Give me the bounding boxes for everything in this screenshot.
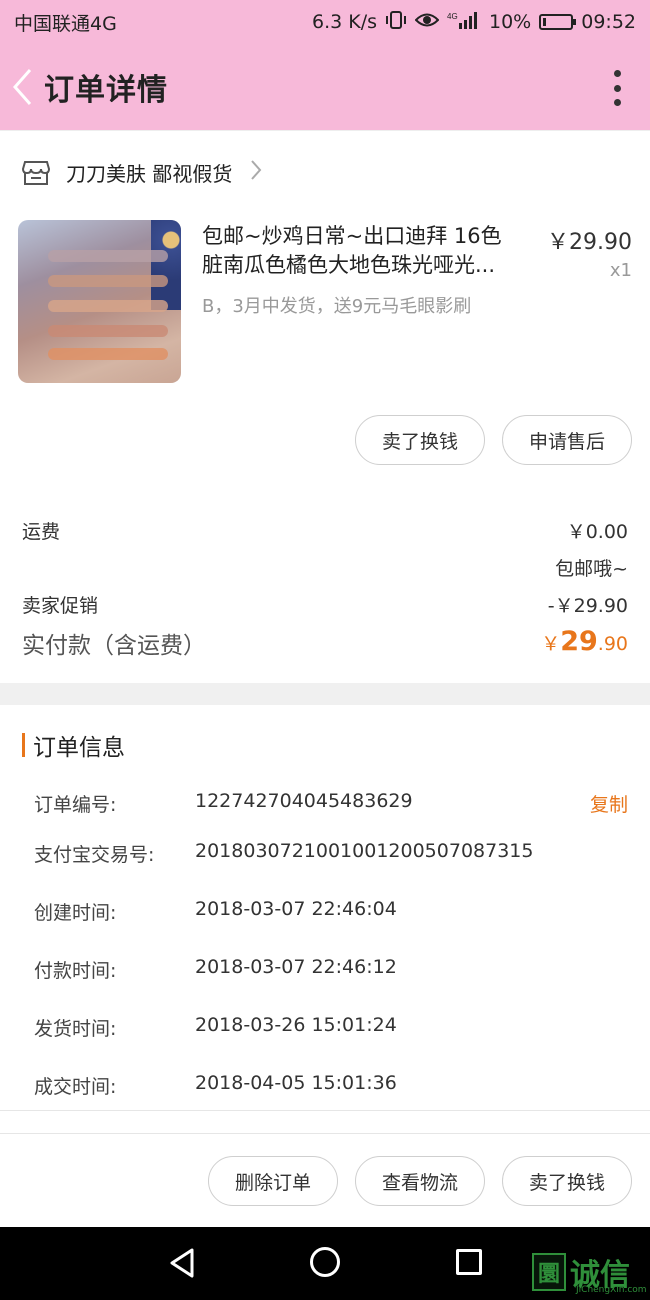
shipping-label: 运费 bbox=[22, 521, 61, 543]
network-speed: 6.3 K/s bbox=[311, 11, 377, 33]
paid-currency: ￥ bbox=[541, 633, 561, 655]
eyeshadow-palette-image bbox=[151, 220, 181, 310]
product-title: 包邮~炒鸡日常~出口迪拜 16色 脏南瓜色橘色大地色珠光哑光... bbox=[202, 222, 532, 280]
sell-button[interactable]: 卖了换钱 bbox=[355, 415, 485, 465]
watermark-logo: 圜 诚信 JiChengXin.com bbox=[532, 1247, 647, 1297]
info-label: 订单编号: bbox=[34, 794, 117, 816]
info-label: 成交时间: bbox=[34, 1076, 117, 1098]
nav-recents-icon[interactable] bbox=[456, 1249, 482, 1275]
shipping-note: 包邮哦~ bbox=[555, 558, 628, 580]
shop-name: 刀刀美肤 鄙视假货 bbox=[66, 162, 233, 186]
accent-bar bbox=[22, 733, 25, 757]
battery-percent: 10% bbox=[489, 11, 532, 33]
info-label: 创建时间: bbox=[34, 902, 117, 924]
action-bar: 删除订单 查看物流 卖了换钱 bbox=[0, 1133, 650, 1227]
more-dot-icon bbox=[613, 99, 621, 106]
chevron-left-icon bbox=[12, 69, 32, 105]
info-label: 支付宝交易号: bbox=[34, 844, 155, 866]
status-bar: 中国联通4G 6.3 K/s 4G 10% 09:52 bbox=[0, 0, 650, 44]
signal-icon: 4G bbox=[447, 10, 481, 35]
swatch-stripe bbox=[48, 325, 168, 337]
swatch-stripe bbox=[48, 250, 168, 262]
product-quantity: x1 bbox=[609, 260, 632, 281]
swatch-stripe bbox=[48, 275, 168, 287]
after-sales-button[interactable]: 申请售后 bbox=[502, 415, 632, 465]
sell-again-button[interactable]: 卖了换钱 bbox=[502, 1156, 632, 1206]
info-value: 2018-03-07 22:46:12 bbox=[195, 956, 397, 978]
swatch-stripe bbox=[48, 300, 168, 312]
promo-label: 卖家促销 bbox=[22, 595, 99, 617]
paid-value: ￥29.90 bbox=[541, 626, 628, 657]
info-value: 122742704045483629 bbox=[195, 790, 413, 812]
chevron-right-icon bbox=[250, 159, 262, 187]
eye-icon bbox=[414, 11, 440, 34]
more-menu-button[interactable] bbox=[612, 70, 622, 106]
status-right: 6.3 K/s 4G 10% 09:52 bbox=[312, 10, 636, 35]
store-icon bbox=[22, 160, 50, 185]
copy-button[interactable]: 复制 bbox=[590, 790, 628, 817]
order-info-heading: 订单信息 bbox=[22, 731, 125, 761]
view-logistics-button[interactable]: 查看物流 bbox=[355, 1156, 485, 1206]
order-item[interactable]: 包邮~炒鸡日常~出口迪拜 16色 脏南瓜色橘色大地色珠光哑光... B，3月中发… bbox=[18, 220, 632, 385]
more-dot-icon bbox=[613, 84, 621, 92]
watermark-box: 圜 bbox=[532, 1253, 566, 1291]
app-header: 订单详情 bbox=[0, 44, 650, 130]
nav-home-icon[interactable] bbox=[310, 1247, 340, 1277]
back-button[interactable] bbox=[0, 44, 44, 130]
swatch-stripe bbox=[48, 348, 168, 360]
promo-value: -￥29.90 bbox=[547, 595, 628, 617]
page-title: 订单详情 bbox=[44, 73, 168, 108]
info-value: 2018030721001001200507087315 bbox=[195, 840, 534, 862]
paid-integer: 29 bbox=[560, 626, 598, 657]
shop-row[interactable]: 刀刀美肤 鄙视假货 bbox=[0, 130, 650, 214]
clock: 09:52 bbox=[581, 11, 636, 33]
nav-back-icon[interactable] bbox=[168, 1247, 196, 1283]
carrier-label: 中国联通4G bbox=[14, 12, 117, 35]
info-value: 2018-03-07 22:46:04 bbox=[195, 898, 397, 920]
info-label: 发货时间: bbox=[34, 1018, 117, 1040]
order-info-title: 订单信息 bbox=[33, 735, 125, 761]
product-price: ￥29.90 bbox=[547, 230, 632, 255]
product-title-line: 包邮~炒鸡日常~出口迪拜 16色 bbox=[202, 224, 502, 248]
delete-order-button[interactable]: 删除订单 bbox=[208, 1156, 338, 1206]
info-value: 2018-03-26 15:01:24 bbox=[195, 1014, 397, 1036]
more-dot-icon bbox=[613, 70, 621, 77]
paid-label: 实付款（含运费） bbox=[22, 633, 206, 659]
divider bbox=[0, 1110, 650, 1111]
watermark-sub: JiChengXin.com bbox=[576, 1285, 647, 1295]
product-thumbnail[interactable] bbox=[18, 220, 181, 383]
battery-icon bbox=[539, 14, 577, 30]
paid-decimal: .90 bbox=[597, 633, 628, 655]
info-label: 付款时间: bbox=[34, 960, 117, 982]
svg-text:4G: 4G bbox=[447, 12, 458, 21]
product-sku: B，3月中发货，送9元马毛眼影刷 bbox=[202, 296, 472, 317]
info-value: 2018-04-05 15:01:36 bbox=[195, 1072, 397, 1094]
vibrate-icon bbox=[385, 10, 407, 35]
section-divider bbox=[0, 683, 650, 705]
shipping-value: ￥0.00 bbox=[566, 521, 628, 543]
product-title-line: 脏南瓜色橘色大地色珠光哑光... bbox=[202, 253, 496, 277]
